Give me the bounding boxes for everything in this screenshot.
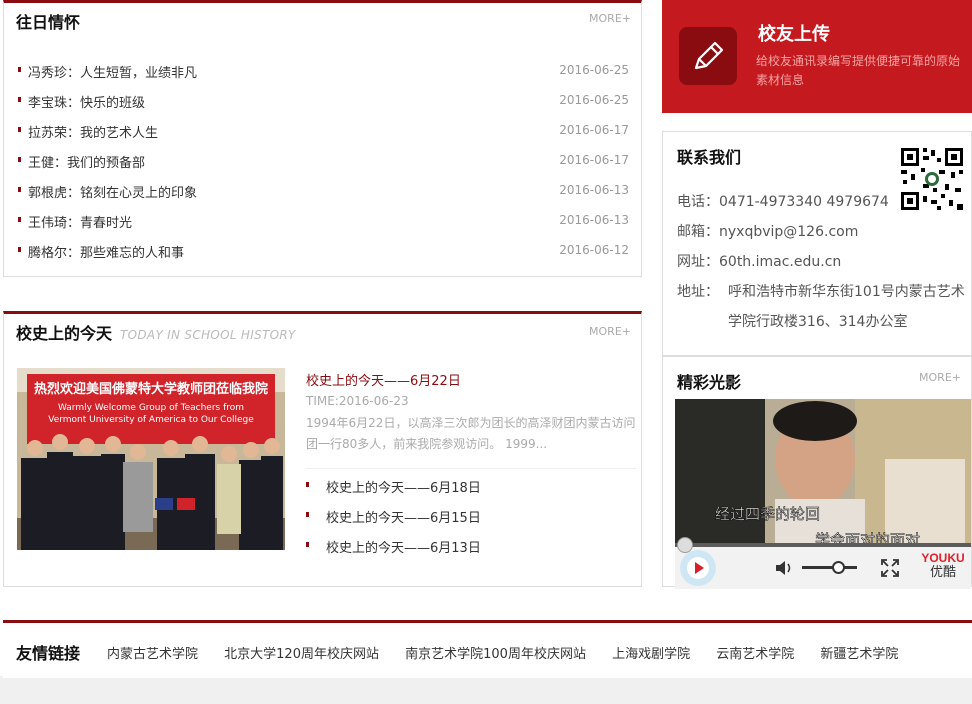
pencil-icon	[679, 27, 737, 85]
history-more-link[interactable]: MORE+	[589, 325, 631, 338]
bullet-icon	[18, 217, 21, 222]
contact-title: 联系我们	[677, 148, 742, 167]
memory-item[interactable]: 王健：我们的预备部 2016-06-17	[18, 150, 629, 171]
history-featured-desc: 1994年6月22日，以高泽三次郎为团长的高泽财团内蒙古访问团一行80多人，前来…	[306, 416, 636, 451]
memory-item[interactable]: 李宝珠：快乐的班级 2016-06-25	[18, 90, 629, 111]
friend-link[interactable]: 云南艺术学院	[716, 647, 794, 662]
youku-logo-cn: 优酷	[929, 564, 956, 579]
memories-panel: 往日情怀 MORE+ 冯秀珍：人生短暂，业绩非凡 2016-06-25 李宝珠：…	[3, 0, 642, 277]
gallery-panel: 精彩光影 MORE+ 经过四季的轮回 学会面对的面对 YOUKU 优酷	[662, 356, 972, 589]
bullet-icon	[18, 127, 21, 132]
history-title-text: 校史上的今天	[16, 324, 113, 343]
memory-item[interactable]: 腾格尔：那些难忘的人和事 2016-06-12	[18, 240, 629, 261]
divider	[306, 468, 636, 469]
memory-item-title: 冯秀珍：人生短暂，业绩非凡	[28, 66, 198, 81]
memory-item-date: 2016-06-13	[559, 213, 629, 227]
photo-banner-en2: Vermont University of America to Our Col…	[48, 415, 254, 425]
play-icon	[687, 557, 709, 579]
youku-logo-text: YOUKU	[921, 551, 965, 565]
memory-item-date: 2016-06-25	[559, 63, 629, 77]
history-featured-time: TIME:2016-06-23	[306, 394, 409, 408]
memory-item-title: 郭根虎：铭刻在心灵上的印象	[28, 186, 198, 201]
history-item-title: 校史上的今天——6月13日	[326, 541, 481, 556]
bullet-icon	[306, 482, 309, 487]
memory-item-date: 2016-06-13	[559, 183, 629, 197]
contact-phone: 电话：0471-4973340 4979674	[677, 194, 889, 210]
memory-item[interactable]: 王伟琦：青春时光 2016-06-13	[18, 210, 629, 231]
history-item-title: 校史上的今天——6月18日	[326, 481, 481, 496]
memory-item-title: 王健：我们的预备部	[28, 156, 146, 171]
memory-item-title: 腾格尔：那些难忘的人和事	[28, 246, 185, 261]
memory-item-title: 李宝珠：快乐的班级	[28, 96, 146, 111]
history-photo[interactable]: 热烈欢迎美国佛蒙特大学教师团莅临我院 Warmly Welcome Group …	[17, 368, 285, 550]
photo-banner-text: 热烈欢迎美国佛蒙特大学教师团莅临我院	[34, 381, 268, 397]
video-subtitle-1: 经过四季的轮回	[715, 505, 820, 523]
bullet-icon	[306, 512, 309, 517]
volume-slider-handle[interactable]	[832, 561, 845, 574]
youku-logo-icon: YOUKU 优酷	[919, 551, 967, 583]
memory-item[interactable]: 冯秀珍：人生短暂，业绩非凡 2016-06-25	[18, 60, 629, 81]
volume-slider[interactable]	[802, 561, 857, 574]
bullet-icon	[18, 157, 21, 162]
bullet-icon	[18, 97, 21, 102]
bullet-icon	[18, 187, 21, 192]
history-title: 校史上的今天 TODAY IN SCHOOL HISTORY	[16, 320, 296, 344]
video-player[interactable]: 经过四季的轮回 学会面对的面对 YOUKU 优酷	[675, 399, 971, 589]
friend-link[interactable]: 新疆艺术学院	[820, 647, 898, 662]
friend-link[interactable]: 北京大学120周年校庆网站	[224, 647, 379, 662]
volume-icon[interactable]	[774, 558, 796, 578]
history-item-title: 校史上的今天——6月15日	[326, 511, 481, 526]
friend-link[interactable]: 上海戏剧学院	[612, 647, 690, 662]
memory-item-title: 拉苏荣：我的艺术人生	[28, 126, 159, 141]
contact-email[interactable]: 邮箱：nyxqbvip@126.com	[677, 221, 858, 241]
memory-item-date: 2016-06-17	[559, 123, 629, 137]
bullet-icon	[18, 67, 21, 72]
fullscreen-icon[interactable]	[880, 558, 900, 578]
gallery-more-link[interactable]: MORE+	[919, 371, 961, 384]
upload-desc: 给校友通讯录编写提供便捷可靠的原始素材信息	[756, 54, 961, 87]
memory-item-date: 2016-06-12	[559, 243, 629, 257]
friend-link[interactable]: 内蒙古艺术学院	[107, 647, 198, 662]
friend-links-title: 友情链接	[16, 644, 81, 663]
alumni-upload-banner[interactable]: 校友上传 给校友通讯录编写提供便捷可靠的原始素材信息	[662, 0, 972, 113]
contact-address-line1: 呼和浩特市新华东街101号内蒙古艺术	[728, 284, 965, 300]
contact-website[interactable]: 网址：60th.imac.edu.cn	[677, 251, 841, 271]
history-panel: 校史上的今天 TODAY IN SCHOOL HISTORY MORE+ 热烈欢迎…	[3, 311, 642, 587]
gallery-title: 精彩光影	[677, 373, 742, 392]
memory-item[interactable]: 拉苏荣：我的艺术人生 2016-06-17	[18, 120, 629, 141]
play-button[interactable]	[680, 550, 716, 586]
friend-link[interactable]: 南京艺术学院100周年校庆网站	[405, 647, 586, 662]
memory-item-date: 2016-06-25	[559, 93, 629, 107]
qr-code-icon	[897, 144, 967, 214]
contact-address-label: 地址：	[677, 284, 719, 300]
memories-more-link[interactable]: MORE+	[589, 12, 631, 25]
history-featured-title[interactable]: 校史上的今天——6月22日	[306, 370, 461, 389]
contact-address-line2: 学院行政楼316、314办公室	[728, 314, 908, 330]
memory-item-date: 2016-06-17	[559, 153, 629, 167]
memory-item[interactable]: 郭根虎：铭刻在心灵上的印象 2016-06-13	[18, 180, 629, 201]
friend-links-list: 内蒙古艺术学院 北京大学120周年校庆网站 南京艺术学院100周年校庆网站 上海…	[107, 643, 920, 662]
photo-banner-en1: Warmly Welcome Group of Teachers from	[58, 403, 244, 413]
upload-title: 校友上传	[758, 24, 830, 45]
memory-item-title: 王伟琦：青春时光	[28, 216, 133, 231]
history-photo-image: 热烈欢迎美国佛蒙特大学教师团莅临我院 Warmly Welcome Group …	[17, 368, 285, 550]
bullet-icon	[306, 542, 309, 547]
memories-title: 往日情怀	[16, 13, 81, 32]
contact-panel: 联系我们 电话：0471-4973340 4979674 邮箱：nyxqbvip…	[662, 131, 972, 356]
friend-links-bar: 友情链接 内蒙古艺术学院 北京大学120周年校庆网站 南京艺术学院100周年校庆…	[3, 620, 972, 678]
bullet-icon	[18, 247, 21, 252]
history-subtitle: TODAY IN SCHOOL HISTORY	[120, 328, 296, 342]
